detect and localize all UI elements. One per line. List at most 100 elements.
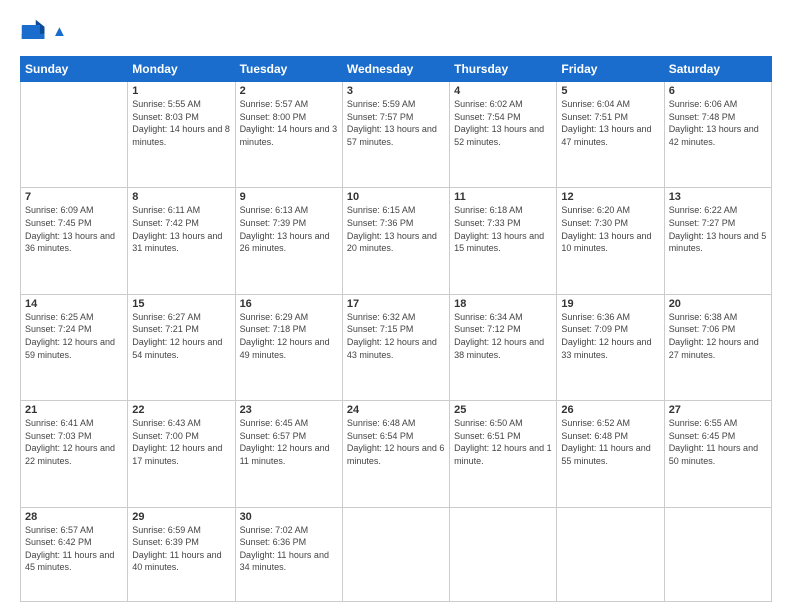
calendar-cell: 7Sunrise: 6:09 AMSunset: 7:45 PMDaylight…: [21, 188, 128, 294]
logo-icon: [20, 18, 48, 46]
day-number: 11: [454, 191, 552, 203]
day-info: Sunrise: 6:02 AMSunset: 7:54 PMDaylight:…: [454, 98, 552, 148]
day-info: Sunrise: 6:57 AMSunset: 6:42 PMDaylight:…: [25, 524, 123, 574]
day-info: Sunrise: 7:02 AMSunset: 6:36 PMDaylight:…: [240, 524, 338, 574]
calendar-cell: 29Sunrise: 6:59 AMSunset: 6:39 PMDayligh…: [128, 507, 235, 601]
day-number: 20: [669, 298, 767, 310]
day-number: 2: [240, 85, 338, 97]
day-info: Sunrise: 6:55 AMSunset: 6:45 PMDaylight:…: [669, 417, 767, 467]
day-number: 9: [240, 191, 338, 203]
calendar-cell: 24Sunrise: 6:48 AMSunset: 6:54 PMDayligh…: [342, 401, 449, 507]
day-info: Sunrise: 6:48 AMSunset: 6:54 PMDaylight:…: [347, 417, 445, 467]
page: ▲ SundayMondayTuesdayWednesdayThursdayFr…: [0, 0, 792, 612]
calendar-cell: 18Sunrise: 6:34 AMSunset: 7:12 PMDayligh…: [450, 294, 557, 400]
day-number: 3: [347, 85, 445, 97]
day-info: Sunrise: 6:52 AMSunset: 6:48 PMDaylight:…: [561, 417, 659, 467]
calendar-cell: 8Sunrise: 6:11 AMSunset: 7:42 PMDaylight…: [128, 188, 235, 294]
calendar-row-2: 14Sunrise: 6:25 AMSunset: 7:24 PMDayligh…: [21, 294, 772, 400]
day-number: 15: [132, 298, 230, 310]
calendar-cell: 26Sunrise: 6:52 AMSunset: 6:48 PMDayligh…: [557, 401, 664, 507]
day-info: Sunrise: 6:13 AMSunset: 7:39 PMDaylight:…: [240, 204, 338, 254]
logo-text: ▲: [52, 24, 67, 41]
calendar-row-4: 28Sunrise: 6:57 AMSunset: 6:42 PMDayligh…: [21, 507, 772, 601]
day-number: 24: [347, 404, 445, 416]
day-info: Sunrise: 6:04 AMSunset: 7:51 PMDaylight:…: [561, 98, 659, 148]
calendar-cell: 6Sunrise: 6:06 AMSunset: 7:48 PMDaylight…: [664, 82, 771, 188]
day-info: Sunrise: 6:45 AMSunset: 6:57 PMDaylight:…: [240, 417, 338, 467]
day-number: 29: [132, 511, 230, 523]
day-info: Sunrise: 6:06 AMSunset: 7:48 PMDaylight:…: [669, 98, 767, 148]
day-number: 18: [454, 298, 552, 310]
calendar-cell: 11Sunrise: 6:18 AMSunset: 7:33 PMDayligh…: [450, 188, 557, 294]
calendar-cell: 27Sunrise: 6:55 AMSunset: 6:45 PMDayligh…: [664, 401, 771, 507]
weekday-header-sunday: Sunday: [21, 57, 128, 82]
calendar-cell: 13Sunrise: 6:22 AMSunset: 7:27 PMDayligh…: [664, 188, 771, 294]
day-number: 8: [132, 191, 230, 203]
day-number: 26: [561, 404, 659, 416]
day-info: Sunrise: 6:36 AMSunset: 7:09 PMDaylight:…: [561, 311, 659, 361]
calendar-cell: 3Sunrise: 5:59 AMSunset: 7:57 PMDaylight…: [342, 82, 449, 188]
calendar-cell: 20Sunrise: 6:38 AMSunset: 7:06 PMDayligh…: [664, 294, 771, 400]
calendar-cell: [21, 82, 128, 188]
day-number: 13: [669, 191, 767, 203]
day-info: Sunrise: 6:34 AMSunset: 7:12 PMDaylight:…: [454, 311, 552, 361]
day-info: Sunrise: 6:43 AMSunset: 7:00 PMDaylight:…: [132, 417, 230, 467]
day-info: Sunrise: 6:09 AMSunset: 7:45 PMDaylight:…: [25, 204, 123, 254]
day-number: 27: [669, 404, 767, 416]
day-info: Sunrise: 6:15 AMSunset: 7:36 PMDaylight:…: [347, 204, 445, 254]
day-number: 14: [25, 298, 123, 310]
day-number: 19: [561, 298, 659, 310]
calendar-cell: [557, 507, 664, 601]
day-info: Sunrise: 6:59 AMSunset: 6:39 PMDaylight:…: [132, 524, 230, 574]
weekday-header-monday: Monday: [128, 57, 235, 82]
calendar-cell: 4Sunrise: 6:02 AMSunset: 7:54 PMDaylight…: [450, 82, 557, 188]
day-number: 22: [132, 404, 230, 416]
calendar-cell: [450, 507, 557, 601]
day-number: 4: [454, 85, 552, 97]
calendar-cell: 28Sunrise: 6:57 AMSunset: 6:42 PMDayligh…: [21, 507, 128, 601]
day-number: 28: [25, 511, 123, 523]
calendar-cell: 23Sunrise: 6:45 AMSunset: 6:57 PMDayligh…: [235, 401, 342, 507]
calendar-row-1: 7Sunrise: 6:09 AMSunset: 7:45 PMDaylight…: [21, 188, 772, 294]
day-info: Sunrise: 6:11 AMSunset: 7:42 PMDaylight:…: [132, 204, 230, 254]
calendar-cell: [664, 507, 771, 601]
day-info: Sunrise: 5:59 AMSunset: 7:57 PMDaylight:…: [347, 98, 445, 148]
calendar-cell: 16Sunrise: 6:29 AMSunset: 7:18 PMDayligh…: [235, 294, 342, 400]
calendar-cell: 22Sunrise: 6:43 AMSunset: 7:00 PMDayligh…: [128, 401, 235, 507]
calendar-cell: 19Sunrise: 6:36 AMSunset: 7:09 PMDayligh…: [557, 294, 664, 400]
day-info: Sunrise: 6:25 AMSunset: 7:24 PMDaylight:…: [25, 311, 123, 361]
calendar-cell: 25Sunrise: 6:50 AMSunset: 6:51 PMDayligh…: [450, 401, 557, 507]
day-info: Sunrise: 6:20 AMSunset: 7:30 PMDaylight:…: [561, 204, 659, 254]
weekday-header-saturday: Saturday: [664, 57, 771, 82]
calendar-cell: [342, 507, 449, 601]
weekday-header-wednesday: Wednesday: [342, 57, 449, 82]
day-number: 25: [454, 404, 552, 416]
day-info: Sunrise: 6:41 AMSunset: 7:03 PMDaylight:…: [25, 417, 123, 467]
weekday-header-friday: Friday: [557, 57, 664, 82]
weekday-header-thursday: Thursday: [450, 57, 557, 82]
day-number: 21: [25, 404, 123, 416]
day-info: Sunrise: 6:29 AMSunset: 7:18 PMDaylight:…: [240, 311, 338, 361]
calendar-cell: 5Sunrise: 6:04 AMSunset: 7:51 PMDaylight…: [557, 82, 664, 188]
day-number: 12: [561, 191, 659, 203]
day-info: Sunrise: 6:27 AMSunset: 7:21 PMDaylight:…: [132, 311, 230, 361]
weekday-header-tuesday: Tuesday: [235, 57, 342, 82]
day-info: Sunrise: 6:38 AMSunset: 7:06 PMDaylight:…: [669, 311, 767, 361]
day-number: 5: [561, 85, 659, 97]
day-number: 6: [669, 85, 767, 97]
day-number: 1: [132, 85, 230, 97]
calendar-cell: 17Sunrise: 6:32 AMSunset: 7:15 PMDayligh…: [342, 294, 449, 400]
calendar-cell: 2Sunrise: 5:57 AMSunset: 8:00 PMDaylight…: [235, 82, 342, 188]
day-number: 7: [25, 191, 123, 203]
day-info: Sunrise: 6:18 AMSunset: 7:33 PMDaylight:…: [454, 204, 552, 254]
day-number: 10: [347, 191, 445, 203]
day-number: 23: [240, 404, 338, 416]
calendar-row-0: 1Sunrise: 5:55 AMSunset: 8:03 PMDaylight…: [21, 82, 772, 188]
day-info: Sunrise: 5:57 AMSunset: 8:00 PMDaylight:…: [240, 98, 338, 148]
calendar-cell: 9Sunrise: 6:13 AMSunset: 7:39 PMDaylight…: [235, 188, 342, 294]
calendar-cell: 10Sunrise: 6:15 AMSunset: 7:36 PMDayligh…: [342, 188, 449, 294]
calendar-row-3: 21Sunrise: 6:41 AMSunset: 7:03 PMDayligh…: [21, 401, 772, 507]
calendar-cell: 1Sunrise: 5:55 AMSunset: 8:03 PMDaylight…: [128, 82, 235, 188]
day-info: Sunrise: 6:50 AMSunset: 6:51 PMDaylight:…: [454, 417, 552, 467]
day-info: Sunrise: 5:55 AMSunset: 8:03 PMDaylight:…: [132, 98, 230, 148]
